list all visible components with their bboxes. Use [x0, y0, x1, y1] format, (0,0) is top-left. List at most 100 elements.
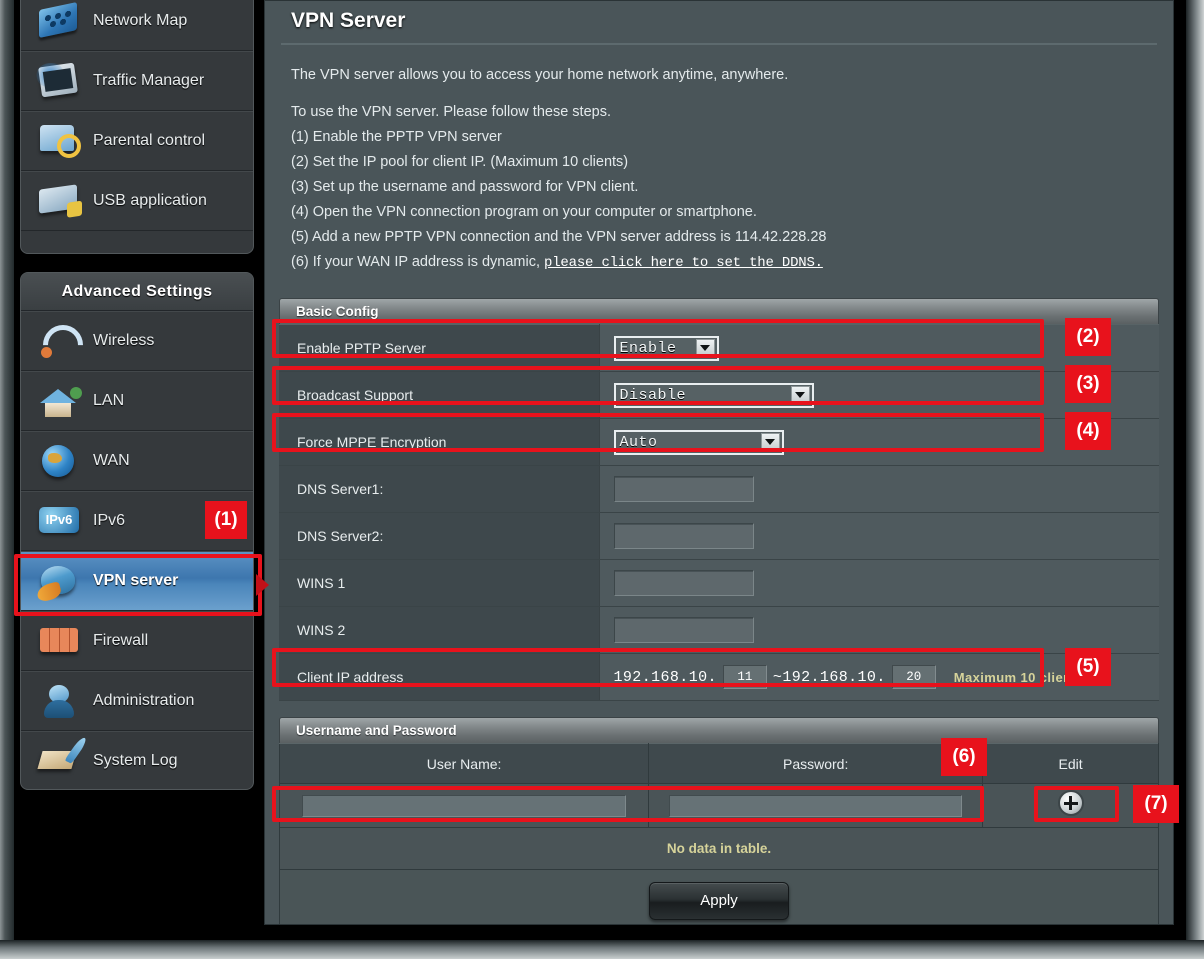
main-content-panel: VPN Server The VPN server allows you to … [264, 0, 1174, 925]
title-divider [281, 43, 1157, 45]
basic-config-table: Enable PPTP Server Enable Broadcast Supp… [279, 324, 1159, 701]
dns-server1-input[interactable] [613, 476, 754, 502]
sidebar-item-label: WAN [93, 452, 130, 469]
annotation-arrow-vpn-server [256, 574, 269, 596]
password-input[interactable] [669, 794, 963, 817]
step-item: (5) Add a new PPTP VPN connection and th… [291, 229, 827, 245]
vpn-server-icon [37, 561, 81, 601]
network-map-icon [37, 1, 81, 41]
label-wins2: WINS 2 [279, 606, 600, 654]
broadcast-support-select[interactable]: Disable [613, 382, 814, 408]
dns-server2-input[interactable] [613, 523, 754, 549]
max-clients-note: Maximum 10 clients [953, 669, 1084, 685]
page-title: VPN Server [291, 9, 406, 32]
sidebar-item-label: Traffic Manager [93, 72, 205, 89]
client-ip-start-octet-input[interactable] [722, 665, 767, 689]
table-header-row: User Name: Password: Edit [278, 743, 1159, 784]
sidebar-item-firewall[interactable]: Firewall [21, 611, 253, 671]
sidebar-item-parental-control[interactable]: Parental control [21, 111, 253, 171]
step-item: (1) Enable the PPTP VPN server [291, 129, 502, 145]
step6-prefix: (6) If your WAN IP address is dynamic, [291, 254, 545, 270]
sidebar-advanced-panel: Advanced Settings Wireless LAN WAN IPv6 … [20, 272, 254, 790]
force-mppe-select[interactable]: Auto [613, 429, 784, 455]
wins1-input[interactable] [613, 570, 754, 596]
sidebar-item-ipv6[interactable]: IPv6 IPv6 [21, 491, 253, 551]
table-row-dns2: DNS Server2: [279, 512, 1159, 560]
column-header-edit: Edit [982, 743, 1159, 784]
column-header-username: User Name: [278, 743, 650, 784]
sidebar-item-usb-application[interactable]: USB application [21, 171, 253, 231]
sidebar-item-lan[interactable]: LAN [21, 371, 253, 431]
table-row-new-entry [278, 783, 1159, 828]
step-item: (3) Set up the username and password for… [291, 179, 639, 195]
label-broadcast-support: Broadcast Support [279, 371, 600, 419]
wan-icon [37, 441, 81, 481]
label-enable-pptp: Enable PPTP Server [279, 324, 600, 372]
advanced-settings-header: Advanced Settings [21, 273, 253, 311]
description-block: The VPN server allows you to access your… [279, 63, 1159, 276]
sidebar-item-label: Firewall [93, 632, 149, 649]
sidebar-item-label: Network Map [93, 11, 188, 29]
chevron-down-icon[interactable] [760, 432, 780, 452]
sidebar-item-wireless[interactable]: Wireless [21, 311, 253, 371]
client-ip-separator: ~192.168.10. [772, 668, 886, 686]
label-dns-server2: DNS Server2: [279, 512, 600, 560]
wins2-input[interactable] [613, 617, 754, 643]
step-item: (2) Set the IP pool for client IP. (Maxi… [291, 154, 629, 170]
traffic-manager-icon [37, 61, 81, 101]
intro-text: The VPN server allows you to access your… [291, 67, 789, 83]
wireless-icon [37, 321, 81, 361]
label-force-mppe: Force MPPE Encryption [279, 418, 600, 466]
sidebar-item-label: Wireless [93, 332, 155, 349]
enable-pptp-value: Enable [619, 339, 677, 357]
username-input[interactable] [302, 794, 627, 817]
table-row-wins1: WINS 1 [279, 559, 1159, 607]
sidebar-item-label: Administration [93, 692, 195, 709]
client-ip-end-octet-input[interactable] [891, 665, 936, 689]
administration-icon [37, 681, 81, 721]
screenshot-root: Network Map Traffic Manager Parental con… [0, 0, 1204, 959]
sidebar-item-label: VPN server [93, 572, 179, 589]
ddns-link[interactable]: please click here to set the DDNS. [544, 255, 823, 271]
ipv6-icon: IPv6 [37, 501, 81, 541]
table-row-dns1: DNS Server1: [279, 465, 1159, 513]
plus-circle-icon[interactable] [1057, 790, 1084, 816]
steps-lead: To use the VPN server. Please follow the… [291, 104, 611, 120]
basic-config-section-header: Basic Config [279, 298, 1159, 324]
step-item-6: (6) If your WAN IP address is dynamic, p… [291, 250, 1159, 276]
table-row-mppe: Force MPPE Encryption Auto [279, 418, 1159, 466]
sidebar-item-network-map[interactable]: Network Map [21, 0, 253, 51]
sidebar-primary-panel: Network Map Traffic Manager Parental con… [20, 0, 254, 254]
apply-button[interactable]: Apply [649, 881, 789, 920]
table-row-client-ip: Client IP address 192.168.10. ~192.168.1… [279, 653, 1160, 701]
label-dns-server1: DNS Server1: [279, 465, 600, 513]
step-item: (4) Open the VPN connection program on y… [291, 204, 757, 220]
table-row-enable-pptp: Enable PPTP Server Enable [279, 324, 1159, 372]
no-data-message: No data in table. [279, 828, 1159, 870]
window-frame-right [1186, 0, 1204, 952]
chevron-down-icon[interactable] [695, 338, 715, 358]
sidebar-item-label: System Log [93, 752, 178, 769]
window-frame-left [0, 0, 14, 952]
sidebar: Network Map Traffic Manager Parental con… [14, 0, 260, 940]
enable-pptp-select[interactable]: Enable [613, 335, 719, 361]
sidebar-item-label: USB application [93, 192, 207, 209]
apply-bar: Apply [279, 870, 1159, 924]
window-frame-bottom [0, 940, 1204, 959]
system-log-icon [37, 741, 81, 781]
parental-control-icon [37, 121, 81, 161]
client-ip-range: 192.168.10. ~192.168.10. Maximum 10 clie… [614, 665, 1160, 689]
usb-application-icon [37, 181, 81, 221]
username-password-table: User Name: Password: Edit [278, 743, 1159, 828]
sidebar-item-traffic-manager[interactable]: Traffic Manager [21, 51, 253, 111]
sidebar-item-system-log[interactable]: System Log [21, 731, 253, 789]
sidebar-item-administration[interactable]: Administration [21, 671, 253, 731]
label-client-ip-address: Client IP address [279, 653, 600, 701]
sidebar-item-vpn-server[interactable]: VPN server [21, 551, 253, 611]
label-wins1: WINS 1 [279, 559, 600, 607]
chevron-down-icon[interactable] [790, 385, 810, 405]
sidebar-item-label: Parental control [93, 132, 206, 149]
sidebar-item-wan[interactable]: WAN [21, 431, 253, 491]
broadcast-support-value: Disable [619, 386, 687, 404]
table-row-wins2: WINS 2 [279, 606, 1159, 654]
